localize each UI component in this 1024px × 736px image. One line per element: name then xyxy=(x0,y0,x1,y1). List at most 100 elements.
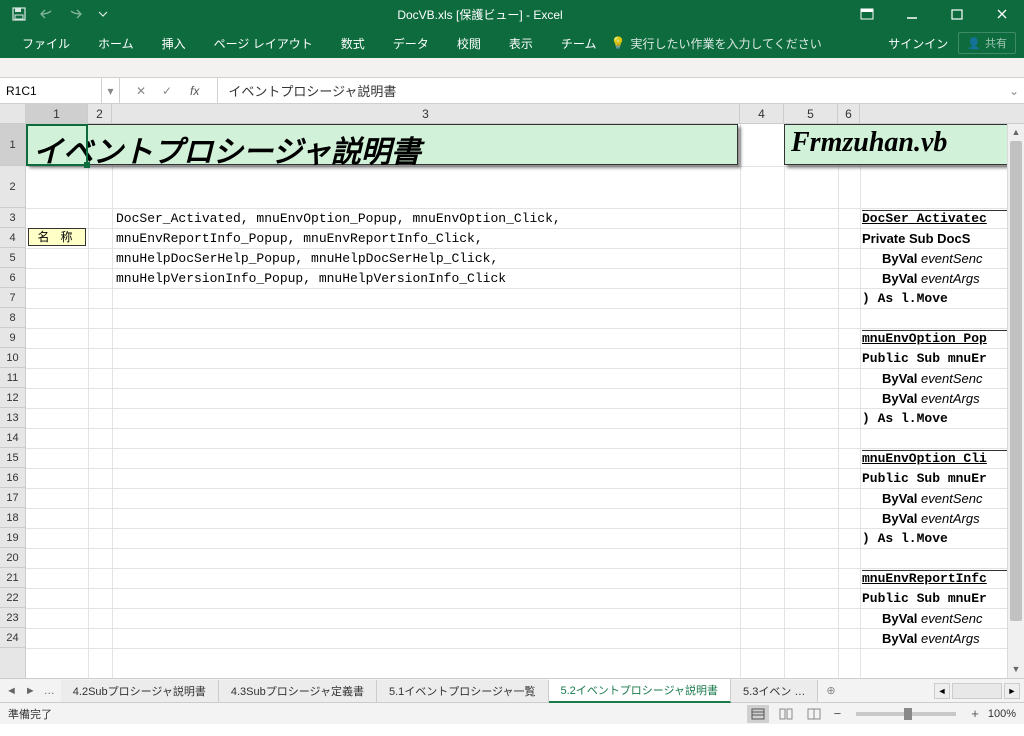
row-header[interactable]: 12 xyxy=(0,388,25,408)
code-line[interactable]: Public Sub mnuEr xyxy=(862,591,987,606)
maximize-button[interactable] xyxy=(934,0,979,28)
code-heading[interactable]: mnuEnvReportInfc xyxy=(862,570,1022,586)
cells-area[interactable]: イベントプロシージャ説明書 Frmzuhan.vb 名 称 DocSer_Act… xyxy=(26,124,1024,678)
close-button[interactable] xyxy=(979,0,1024,28)
code-heading[interactable]: mnuEnvOption_Cli xyxy=(862,450,1022,466)
row-header[interactable]: 19 xyxy=(0,528,25,548)
zoom-in-button[interactable]: + xyxy=(968,706,982,721)
tab-home[interactable]: ホーム xyxy=(84,28,148,58)
row-header[interactable]: 7 xyxy=(0,288,25,308)
sheet-tab[interactable]: 4.2Subプロシージャ説明書 xyxy=(61,680,219,702)
code-line[interactable]: ) As l.Move xyxy=(862,411,948,426)
row-header[interactable]: 20 xyxy=(0,548,25,568)
tab-nav-first-icon[interactable]: ◄ xyxy=(6,685,17,697)
col-header-2[interactable]: 2 xyxy=(88,104,112,123)
tab-review[interactable]: 校閲 xyxy=(443,28,495,58)
row-header[interactable]: 18 xyxy=(0,508,25,528)
row-header[interactable]: 24 xyxy=(0,628,25,648)
ribbon-display-icon[interactable] xyxy=(844,0,889,28)
insert-function-button[interactable]: fx xyxy=(182,84,207,98)
tell-me-search[interactable]: 💡 実行したい作業を入力してください xyxy=(610,35,821,52)
sheet-tab[interactable]: 5.1イベントプロシージャ一覧 xyxy=(377,680,549,702)
title-cell-main[interactable]: イベントプロシージャ説明書 xyxy=(26,124,738,165)
scroll-up-icon[interactable]: ▲ xyxy=(1008,124,1024,141)
hscroll-left-icon[interactable]: ◄ xyxy=(934,683,950,699)
qat-customize-icon[interactable] xyxy=(90,2,116,26)
code-line[interactable]: Public Sub mnuEr xyxy=(862,351,987,366)
tab-team[interactable]: チーム xyxy=(547,28,611,58)
view-normal-icon[interactable] xyxy=(747,705,769,723)
code-line[interactable]: ByVal eventArgs xyxy=(882,511,980,527)
zoom-thumb[interactable] xyxy=(904,708,912,720)
row-header-1[interactable]: 1 xyxy=(0,124,25,166)
cell-r3c3[interactable]: DocSer_Activated, mnuEnvOption_Popup, mn… xyxy=(116,211,561,226)
view-page-break-icon[interactable] xyxy=(803,705,825,723)
undo-icon[interactable] xyxy=(34,2,60,26)
row-header[interactable]: 10 xyxy=(0,348,25,368)
zoom-out-button[interactable]: − xyxy=(831,706,845,721)
tab-data[interactable]: データ xyxy=(379,28,443,58)
name-box[interactable]: R1C1 xyxy=(0,78,102,103)
row-header[interactable]: 16 xyxy=(0,468,25,488)
view-page-layout-icon[interactable] xyxy=(775,705,797,723)
redo-icon[interactable] xyxy=(62,2,88,26)
col-header-6[interactable]: 6 xyxy=(838,104,860,123)
row-header[interactable]: 6 xyxy=(0,268,25,288)
sheet-tab[interactable]: 5.3イベン … xyxy=(731,680,818,702)
code-line[interactable]: ) As l.Move xyxy=(862,291,948,306)
expand-formula-bar-icon[interactable]: ⌄ xyxy=(1004,84,1024,98)
zoom-level[interactable]: 100% xyxy=(988,708,1016,720)
row-header[interactable]: 13 xyxy=(0,408,25,428)
col-header-3[interactable]: 3 xyxy=(112,104,740,123)
row-header[interactable]: 3 xyxy=(0,208,25,228)
cell-r5c3[interactable]: mnuHelpDocSerHelp_Popup, mnuHelpDocSerHe… xyxy=(116,251,498,266)
enter-formula-icon[interactable]: ✓ xyxy=(156,84,178,98)
minimize-button[interactable] xyxy=(889,0,934,28)
row-header[interactable]: 21 xyxy=(0,568,25,588)
row-header[interactable]: 14 xyxy=(0,428,25,448)
code-line[interactable]: ByVal eventSenc xyxy=(882,611,982,627)
code-line[interactable]: ByVal eventSenc xyxy=(882,371,982,387)
scroll-thumb[interactable] xyxy=(1010,141,1022,621)
code-heading[interactable]: DocSer_Activatec xyxy=(862,210,1022,226)
col-header-5[interactable]: 5 xyxy=(784,104,838,123)
cell-r4c3[interactable]: mnuEnvReportInfo_Popup, mnuEnvReportInfo… xyxy=(116,231,483,246)
code-line[interactable]: Public Sub mnuEr xyxy=(862,471,987,486)
hscroll-right-icon[interactable]: ► xyxy=(1004,683,1020,699)
row-header[interactable]: 11 xyxy=(0,368,25,388)
save-icon[interactable] xyxy=(6,2,32,26)
cell-r6c3[interactable]: mnuHelpVersionInfo_Popup, mnuHelpVersion… xyxy=(116,271,506,286)
row-header-2[interactable]: 2 xyxy=(0,166,25,208)
share-button[interactable]: 👤 共有 xyxy=(958,32,1016,54)
name-box-dropdown[interactable]: ▾ xyxy=(102,78,120,103)
tab-file[interactable]: ファイル xyxy=(8,28,84,58)
select-all-corner[interactable] xyxy=(0,104,26,123)
row-header[interactable]: 9 xyxy=(0,328,25,348)
tab-formulas[interactable]: 数式 xyxy=(327,28,379,58)
code-line[interactable]: Private Sub DocS xyxy=(862,231,970,247)
scroll-down-icon[interactable]: ▼ xyxy=(1008,661,1024,678)
tab-nav-next-icon[interactable]: ► xyxy=(25,685,36,697)
code-line[interactable]: ByVal eventSenc xyxy=(882,251,982,267)
col-header-1[interactable]: 1 xyxy=(26,104,88,123)
add-sheet-button[interactable]: ⊕ xyxy=(818,684,843,697)
signin-link[interactable]: サインイン xyxy=(888,35,948,52)
code-heading[interactable]: mnuEnvOption_Pop xyxy=(862,330,1022,346)
label-name[interactable]: 名 称 xyxy=(28,228,86,246)
row-header[interactable]: 5 xyxy=(0,248,25,268)
row-header[interactable]: 4 xyxy=(0,228,25,248)
vertical-scrollbar[interactable]: ▲ ▼ xyxy=(1007,124,1024,678)
sheet-tab-active[interactable]: 5.2イベントプロシージャ説明書 xyxy=(549,679,732,703)
row-header[interactable]: 8 xyxy=(0,308,25,328)
sheet-tab[interactable]: 4.3Subプロシージャ定義書 xyxy=(219,680,377,702)
code-line[interactable]: ByVal eventArgs xyxy=(882,391,980,407)
horizontal-scrollbar[interactable] xyxy=(952,683,1002,699)
zoom-slider[interactable] xyxy=(856,712,956,716)
tab-view[interactable]: 表示 xyxy=(495,28,547,58)
code-line[interactable]: ByVal eventArgs xyxy=(882,631,980,647)
row-header[interactable]: 17 xyxy=(0,488,25,508)
row-header[interactable]: 15 xyxy=(0,448,25,468)
code-line[interactable]: ByVal eventSenc xyxy=(882,491,982,507)
tab-nav-more-icon[interactable]: … xyxy=(44,685,55,697)
tab-page-layout[interactable]: ページ レイアウト xyxy=(200,28,327,58)
